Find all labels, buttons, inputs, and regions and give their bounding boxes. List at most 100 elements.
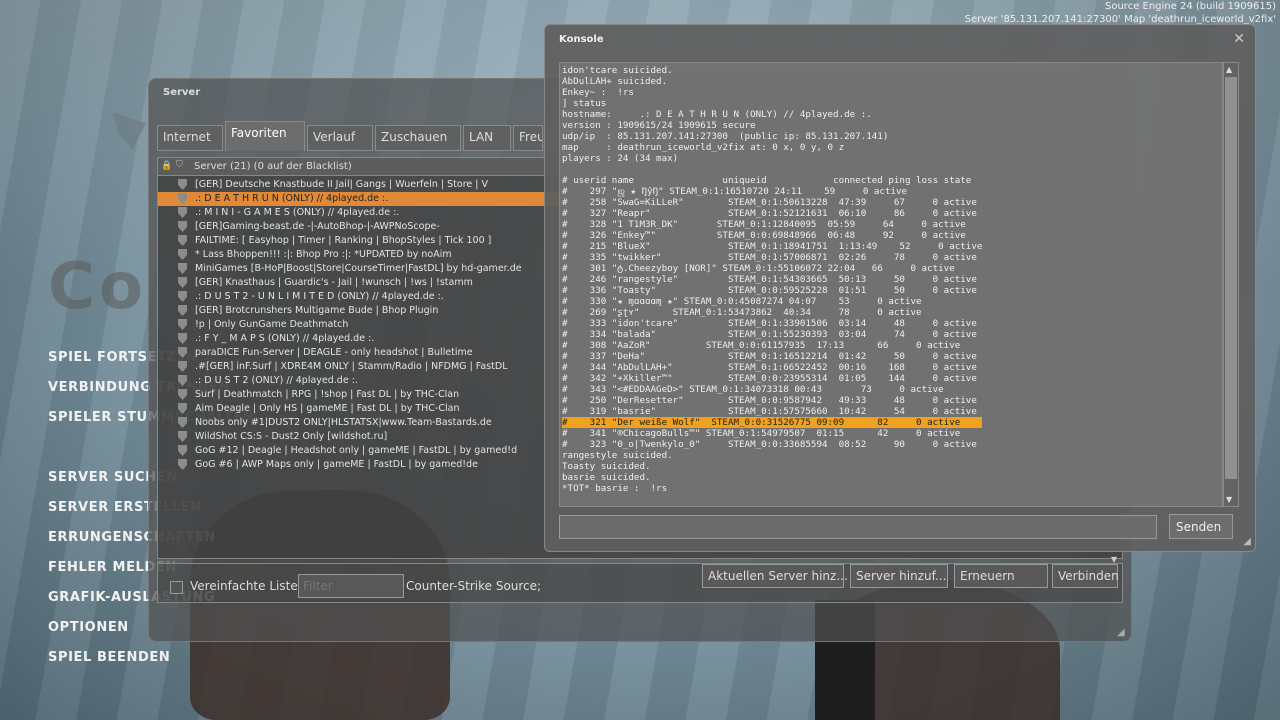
close-icon[interactable]: ✕: [1233, 31, 1245, 47]
server-name: .#[GER] inF.Surf | XDRE4M ONLY | Stamm/R…: [195, 361, 508, 372]
shield-icon: [178, 333, 187, 344]
console-line: rangestyle suicided.: [562, 450, 673, 461]
console-line: version : 1909615/24 1909615 secure: [562, 120, 756, 131]
console-line: # 321 "Der weiße Wolf" STEAM_0:0:3152677…: [562, 417, 982, 428]
shield-icon: [178, 249, 187, 260]
console-line: basrie suicided.: [562, 472, 651, 483]
engine-build: Source Engine 24 (build 1909615): [1105, 1, 1276, 12]
console-title: Konsole: [559, 34, 604, 45]
resize-grip-icon[interactable]: ◢: [1243, 536, 1251, 547]
server-name: Aim Deagle | Only HS | gameME | Fast DL …: [195, 403, 460, 414]
shield-icon: [178, 193, 187, 204]
shield-icon[interactable]: ⛉: [176, 160, 186, 172]
shield-icon: [178, 207, 187, 218]
simplified-list-checkbox[interactable]: [170, 581, 183, 594]
shield-icon: [178, 389, 187, 400]
console-line: # 319 "basrie" STEAM_0:1:57575660 10:42 …: [562, 406, 977, 417]
server-name: Surf | Deathmatch | RPG | !shop | Fast D…: [195, 389, 460, 400]
console-line: # 330 "★ ɱɑɑɑɑɱ ★" STEAM_0:0:45087274 04…: [562, 296, 922, 307]
menu-options[interactable]: OPTIONEN: [48, 620, 129, 635]
resize-grip-icon[interactable]: ◢: [1117, 627, 1129, 639]
shield-icon: [178, 221, 187, 232]
add-current-server-button[interactable]: Aktuellen Server hinz...: [702, 564, 848, 588]
console-line: # 344 "AbDulLAH+" STEAM_0:1:66522452 00:…: [562, 362, 977, 373]
server-name: Noobs only #1|DUST2 ONLY|HLSTATSX|www.Te…: [195, 417, 492, 428]
shield-icon: [178, 347, 187, 358]
tab-friends[interactable]: Freunde: [513, 125, 543, 151]
tab-internet[interactable]: Internet: [157, 125, 223, 151]
shield-icon: [178, 403, 187, 414]
console-scrollbar[interactable]: ▲ ▼: [1223, 62, 1239, 507]
scroll-thumb[interactable]: [1225, 77, 1237, 479]
console-line: # 328 "1 T1M3R_DK" STEAM_0:1:12840095 05…: [562, 219, 966, 230]
shield-icon: [178, 263, 187, 274]
lock-icon[interactable]: 🔒: [161, 161, 172, 172]
chevron-down-icon[interactable]: ▼: [1111, 555, 1123, 564]
console-line: *TOT* basrie : !rs: [562, 483, 668, 494]
filter-input[interactable]: [298, 574, 404, 598]
console-line: # 326 "Enkey™" STEAM_0:0:69848966 06:48 …: [562, 230, 966, 241]
console-line: idon'tcare suicided.: [562, 65, 673, 76]
shield-icon: [178, 179, 187, 190]
server-name: .: D E A T H R U N (ONLY) // 4played.de …: [195, 193, 389, 204]
console-line: # userid name uniqueid connected ping lo…: [562, 175, 972, 186]
console-line: AbDulLAH+ suicided.: [562, 76, 668, 87]
console-line: # 334 "balada" STEAM_0:1:55230393 03:04 …: [562, 329, 977, 340]
send-button[interactable]: Senden: [1169, 514, 1233, 539]
server-name: !p | Only GunGame Deathmatch: [195, 319, 349, 330]
console-line: # 308 "AaZoR" STEAM_0:0:61157935 17:13 6…: [562, 340, 961, 351]
server-name: FAILTIME: [ Easyhop | Timer | Ranking | …: [195, 235, 492, 246]
server-name: .: D U S T 2 - U N L I M I T E D (ONLY) …: [195, 291, 444, 302]
console-line: Enkey~ : !rs: [562, 87, 634, 98]
console-line: # 250 "DerResetter" STEAM_0:0:9587942 49…: [562, 395, 977, 406]
console-command-input[interactable]: [559, 515, 1157, 539]
server-name: [GER] Deutsche Knastbude II Jail| Gangs …: [195, 179, 488, 190]
console-line: Toasty suicided.: [562, 461, 651, 472]
console-line: # 215 "BlueX" STEAM_0:1:18941751 1:13:49…: [562, 241, 983, 252]
tab-history[interactable]: Verlauf: [307, 125, 373, 151]
game-label: Counter-Strike Source;: [406, 579, 542, 593]
console-line: # 337 "DeHa" STEAM_0:1:16512214 01:42 50…: [562, 351, 977, 362]
server-count-header[interactable]: Server (21) (0 auf der Blacklist): [194, 161, 352, 172]
console-line: # 301 "ტ.Cheezyboy [NOR]" STEAM_0:1:5510…: [562, 263, 955, 274]
shield-icon: [178, 291, 187, 302]
shield-icon: [178, 305, 187, 316]
scroll-down-icon[interactable]: ▼: [1226, 495, 1232, 504]
server-bottom-bar: Vereinfachte Liste Counter-Strike Source…: [157, 563, 1123, 603]
console-line: # 333 "idon'tcare" STEAM_0:1:33901506 03…: [562, 318, 977, 329]
console-line: # 323 "0_o|Twenkylo_0" STEAM_0:0:3368559…: [562, 439, 977, 450]
tab-lan[interactable]: LAN: [463, 125, 511, 151]
tab-spectate[interactable]: Zuschauen: [375, 125, 461, 151]
shield-icon: [178, 277, 187, 288]
shield-icon: [178, 431, 187, 442]
console-line: udp/ip : 85.131.207.141:27300 (public ip…: [562, 131, 889, 142]
console-line: hostname: .: D E A T H R U N (ONLY) // 4…: [562, 109, 872, 120]
menu-quit-game[interactable]: SPIEL BEENDEN: [48, 650, 170, 665]
console-line: # 297 "ஜ ★ ŊŷŊ" STEAM_0:1:16510720 24:11…: [562, 186, 908, 197]
server-name: GoG #12 | Deagle | Headshot only | gameM…: [195, 445, 518, 456]
server-name: .: F Y _ M A P S (ONLY) // 4played.de :.: [195, 333, 375, 344]
tab-favorites[interactable]: Favoriten: [225, 121, 305, 151]
shield-icon: [178, 361, 187, 372]
console-line: ] status: [562, 98, 607, 109]
server-name: MiniGames [B-HoP|Boost|Store|CourseTimer…: [195, 263, 522, 274]
scroll-up-icon[interactable]: ▲: [1226, 65, 1232, 74]
console-line: # 258 "SwaG=KiLLeR" STEAM_0:1:50613228 4…: [562, 197, 977, 208]
console-line: map : deathrun_iceworld_v2fix at: 0 x, 0…: [562, 142, 845, 153]
console-line: # 341 "®ChicagoBulls™" STEAM_0:1:5497950…: [562, 428, 961, 439]
add-server-button[interactable]: Server hinzuf...: [850, 564, 948, 588]
console-line: # 342 "+Xkiller™" STEAM_0:0:23955314 01:…: [562, 373, 977, 384]
shield-icon: [178, 445, 187, 456]
connect-button[interactable]: Verbinden: [1052, 564, 1119, 588]
server-name: * Lass Bhoppen!!! :|: Bhop Pro :|: *UPDA…: [195, 249, 452, 260]
console-line: # 246 "rangestyle" STEAM_0:1:54303665 50…: [562, 274, 977, 285]
simplified-list-label: Vereinfachte Liste: [190, 579, 298, 593]
console-window: Konsole ✕ idon'tcare suicided. AbDulLAH+ …: [544, 24, 1256, 552]
console-line: # 269 "ʂʈʏ" STEAM_0:1:53473862 40:34 78 …: [562, 307, 922, 318]
server-name: paraDICE Fun-Server | DEAGLE - only head…: [195, 347, 473, 358]
console-output: idon'tcare suicided. AbDulLAH+ suicided. E…: [559, 62, 1223, 507]
server-name: GoG #6 | AWP Maps only | gameME | FastDL…: [195, 459, 478, 470]
console-line: players : 24 (34 max): [562, 153, 679, 164]
refresh-button[interactable]: Erneuern: [954, 564, 1048, 588]
